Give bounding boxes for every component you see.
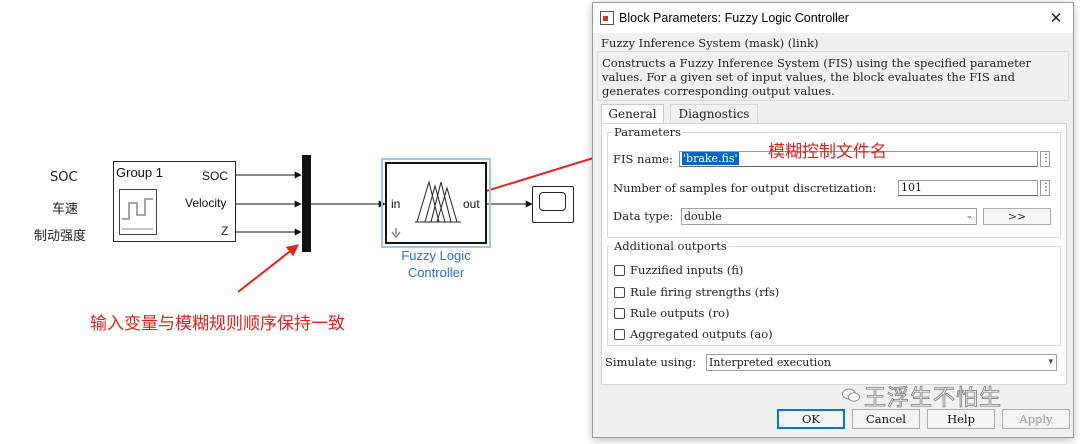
data-type-value: double — [684, 210, 722, 223]
description-box: Constructs a Fuzzy Inference System (FIS… — [597, 51, 1069, 101]
checkbox-aggregated-outputs[interactable] — [614, 329, 625, 340]
samples-label: Number of samples for output discretizat… — [613, 181, 877, 195]
signal-lines — [236, 155, 600, 293]
tab-general[interactable]: General — [601, 104, 664, 123]
wechat-icon — [842, 388, 860, 402]
checkbox-rule-outputs[interactable] — [614, 308, 625, 319]
additional-outports-title: Additional outports — [612, 239, 729, 253]
tab-diagnostics[interactable]: Diagnostics — [670, 104, 758, 123]
simulink-canvas: SOC 车速 制动强度 Group 1 SOC Velocity Z in ou… — [0, 0, 600, 444]
ok-button[interactable]: OK — [777, 409, 845, 429]
mux-block[interactable] — [302, 155, 311, 252]
data-type-select[interactable]: double ⌄ — [681, 208, 977, 225]
apply-button[interactable]: Apply — [1002, 409, 1070, 429]
close-icon[interactable]: ✕ — [1045, 7, 1067, 29]
samples-options-button[interactable]: ⋮ — [1040, 180, 1051, 196]
general-tab-panel: Parameters FIS name: 'brake.fis' ⋮ Numbe… — [601, 123, 1067, 385]
fuzzy-caption-line1: Fuzzy Logic — [401, 248, 471, 263]
fuzzy-out-port-label: out — [463, 197, 480, 211]
fuzzy-block-caption: Fuzzy Logic Controller — [385, 247, 487, 281]
block-parameters-dialog: Block Parameters: Fuzzy Logic Controller… — [592, 2, 1074, 438]
label-aggregated-outputs: Aggregated outputs (ao) — [630, 327, 773, 341]
label-fuzzified-inputs: Fuzzified inputs (fi) — [630, 263, 744, 277]
fis-name-value: 'brake.fis' — [682, 152, 739, 165]
label-rule-firing-strengths: Rule firing strengths (rfs) — [630, 285, 780, 299]
parameters-group-title: Parameters — [612, 125, 683, 139]
fuzzy-logic-controller-block[interactable]: in out — [381, 158, 491, 248]
link-arrow-icon — [391, 228, 401, 239]
additional-outports-group: Additional outports Fuzzified inputs (fi… — [607, 239, 1061, 346]
simulate-using-value: Interpreted execution — [709, 356, 832, 369]
checkbox-rule-firing-strengths[interactable] — [614, 287, 625, 298]
fuzzy-in-port-label: in — [391, 197, 401, 211]
mask-type-title: Fuzzy Inference System (mask) (link) — [601, 36, 819, 50]
cancel-button[interactable]: Cancel — [852, 409, 920, 429]
membership-functions-icon — [415, 180, 461, 223]
scope-screen-icon — [539, 192, 566, 211]
samples-field[interactable]: 101 — [898, 180, 1038, 196]
dropdown-arrow-icon: ▾ — [1048, 357, 1053, 367]
fuzzy-caption-line2: Controller — [407, 265, 465, 280]
block-description: Constructs a Fuzzy Inference System (FIS… — [602, 56, 1032, 98]
input-order-annotation: 输入变量与模糊规则顺序保持一致 — [90, 314, 345, 334]
checkbox-fuzzified-inputs[interactable] — [614, 265, 625, 276]
scope-block[interactable] — [532, 186, 574, 223]
dialog-titlebar[interactable]: Block Parameters: Fuzzy Logic Controller… — [593, 3, 1073, 33]
simulate-using-label: Simulate using: — [605, 355, 697, 369]
fis-name-annotation: 模糊控制文件名 — [768, 142, 887, 162]
chevron-down-icon: ⌄ — [965, 211, 973, 221]
watermark-text: 王浮生不怕生 — [864, 386, 1003, 412]
help-button[interactable]: Help — [927, 409, 995, 429]
label-rule-outputs: Rule outputs (ro) — [630, 306, 730, 320]
simulink-block-icon — [600, 11, 614, 25]
dialog-title: Block Parameters: Fuzzy Logic Controller — [619, 11, 849, 25]
data-type-label: Data type: — [613, 209, 674, 223]
data-type-assistant-button[interactable]: >> — [983, 208, 1051, 225]
fis-name-label: FIS name: — [613, 152, 673, 166]
watermark: 王浮生不怕生 — [842, 380, 1002, 412]
simulate-using-select[interactable]: Interpreted execution ▾ — [706, 354, 1057, 371]
fis-name-options-button[interactable]: ⋮ — [1040, 151, 1051, 167]
